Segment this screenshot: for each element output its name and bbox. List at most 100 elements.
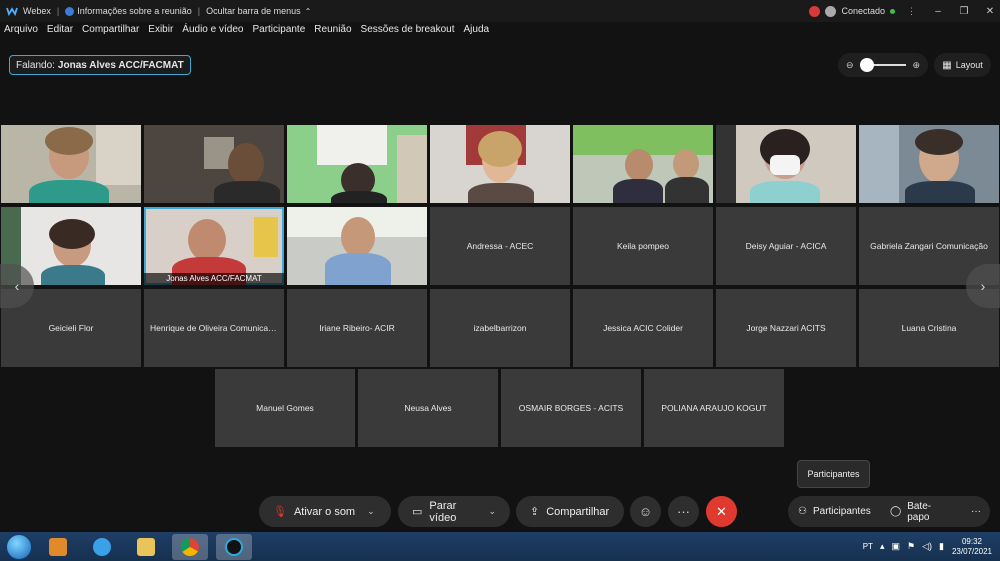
- clock[interactable]: 09:32 23/07/2021: [952, 537, 992, 557]
- zoom-out-icon[interactable]: ⊖: [846, 60, 854, 71]
- participant-tile[interactable]: Andressa - ACEC: [430, 207, 570, 285]
- zoom-in-icon[interactable]: ⊕: [912, 60, 920, 71]
- title-right: Conectado ⋮ – ❐ ✕: [809, 0, 1000, 22]
- recording-icon[interactable]: [809, 5, 821, 17]
- participant-name: Geicieli Flor: [48, 323, 94, 333]
- share-icon: ⇪: [530, 506, 540, 518]
- video-tile[interactable]: [287, 207, 427, 285]
- webex-logo-icon: [6, 7, 18, 16]
- taskbar-webex[interactable]: [216, 533, 252, 560]
- video-tile[interactable]: [573, 125, 713, 203]
- zoom-slider-knob[interactable]: [859, 58, 874, 72]
- title-separator: |: [56, 6, 60, 16]
- participant-name: Henrique de Oliveira Comunicação: [150, 323, 282, 333]
- menu-participante[interactable]: Participante: [252, 24, 305, 42]
- participant-name: Jorge Nazzari ACITS: [746, 323, 826, 333]
- zoom-control: ⊖ ⊕: [838, 53, 928, 77]
- participant-name: Manuel Gomes: [256, 403, 314, 413]
- video-tile[interactable]: [144, 125, 284, 203]
- more-icon: ···: [677, 504, 690, 519]
- panels-more-button[interactable]: ···: [962, 496, 990, 527]
- signal-icon[interactable]: ▮: [939, 541, 944, 552]
- title-bar: Webex | Informações sobre a reunião | Oc…: [0, 0, 1000, 22]
- participant-name: Keila pompeo: [617, 241, 669, 251]
- webex-window: Webex | Informações sobre a reunião | Oc…: [0, 0, 1000, 561]
- speaking-name: Jonas Alves ACC/FACMAT: [57, 59, 184, 71]
- network-icon[interactable]: ▣: [891, 541, 900, 552]
- menu-editar[interactable]: Editar: [47, 24, 73, 42]
- reactions-button[interactable]: ☺: [630, 496, 661, 527]
- more-icon: ···: [971, 506, 981, 517]
- active-speaker-tile[interactable]: Jonas Alves ACC/FACMAT: [144, 207, 284, 285]
- menu-breakout[interactable]: Sessões de breakout: [361, 24, 455, 42]
- participant-tile[interactable]: OSMAIR BORGES - ACITS: [501, 369, 641, 447]
- unmute-label: Ativar o som: [293, 505, 356, 518]
- grid-icon: ▦: [942, 59, 952, 71]
- connection-icon: [825, 5, 837, 17]
- menu-reuniao[interactable]: Reunião: [314, 24, 351, 42]
- show-hidden-icons-icon[interactable]: ▴: [880, 541, 885, 552]
- participant-tile[interactable]: izabelbarrizon: [430, 289, 570, 367]
- hide-menu-button[interactable]: Ocultar barra de menus: [206, 6, 301, 16]
- close-button[interactable]: ✕: [980, 6, 1000, 17]
- unmute-button[interactable]: 🎙 Ativar o som ⌄: [259, 496, 391, 527]
- video-tile[interactable]: [430, 125, 570, 203]
- chevron-down-icon[interactable]: ⌄: [367, 506, 375, 517]
- participants-tooltip: Participantes: [797, 460, 870, 488]
- video-tile[interactable]: [287, 125, 427, 203]
- language-indicator[interactable]: PT: [863, 542, 873, 551]
- taskbar-internet-explorer[interactable]: [84, 534, 120, 560]
- restore-button[interactable]: ❐: [954, 6, 974, 17]
- menu-ajuda[interactable]: Ajuda: [464, 24, 490, 42]
- end-meeting-button[interactable]: ✕: [706, 496, 737, 527]
- video-tile[interactable]: [716, 125, 856, 203]
- stop-video-button[interactable]: ▭ Parar vídeo ⌄: [398, 496, 510, 527]
- mic-muted-icon: 🎙: [273, 506, 287, 518]
- participant-tile[interactable]: Neusa Alves: [358, 369, 498, 447]
- participant-tile[interactable]: POLIANA ARAUJO KOGUT: [644, 369, 784, 447]
- participant-tile[interactable]: Jorge Nazzari ACITS: [716, 289, 856, 367]
- participant-name: izabelbarrizon: [473, 323, 527, 333]
- zoom-slider[interactable]: [859, 58, 907, 72]
- connected-dot-icon: [890, 8, 895, 14]
- taskbar-media-player[interactable]: [40, 534, 76, 560]
- participant-tile[interactable]: Iriane Ribeiro- ACIR: [287, 289, 427, 367]
- participant-tile[interactable]: Deisy Aguiar - ACICA: [716, 207, 856, 285]
- participant-tile[interactable]: Henrique de Oliveira Comunicação: [144, 289, 284, 367]
- action-center-icon[interactable]: ⚑: [907, 541, 915, 552]
- layout-button[interactable]: ▦ Layout: [934, 53, 991, 77]
- participant-name: Neusa Alves: [404, 403, 452, 413]
- smiley-icon: ☺: [638, 504, 653, 519]
- participant-name: POLIANA ARAUJO KOGUT: [661, 403, 767, 413]
- meeting-info-button[interactable]: Informações sobre a reunião: [77, 6, 192, 16]
- minimize-button[interactable]: –: [928, 6, 948, 17]
- title-separator: |: [197, 6, 201, 16]
- folder-icon: [137, 537, 155, 556]
- more-vertical-icon[interactable]: ⋮: [907, 6, 916, 17]
- participant-name: Andressa - ACEC: [466, 241, 534, 251]
- taskbar-chrome[interactable]: [172, 533, 208, 560]
- menu-exibir[interactable]: Exibir: [148, 24, 173, 42]
- volume-icon[interactable]: ◁): [922, 541, 932, 552]
- internet-explorer-icon: [93, 537, 111, 556]
- participant-tile[interactable]: Manuel Gomes: [215, 369, 355, 447]
- start-button[interactable]: [6, 533, 32, 560]
- chevron-down-icon[interactable]: ⌄: [488, 506, 496, 517]
- participants-label: Participantes: [812, 506, 871, 517]
- participant-tile[interactable]: Jessica ACIC Colider: [573, 289, 713, 367]
- close-icon: ✕: [716, 503, 727, 519]
- taskbar-explorer[interactable]: [128, 534, 164, 560]
- participant-tile[interactable]: Keila pompeo: [573, 207, 713, 285]
- video-tile[interactable]: [1, 125, 141, 203]
- menu-audio-video[interactable]: Áudio e vídeo: [182, 24, 243, 42]
- participant-name: OSMAIR BORGES - ACITS: [518, 403, 624, 413]
- chevron-up-icon[interactable]: ⌃: [305, 7, 312, 16]
- menu-compartilhar[interactable]: Compartilhar: [82, 24, 139, 42]
- share-button[interactable]: ⇪ Compartilhar: [516, 496, 624, 527]
- menu-arquivo[interactable]: Arquivo: [4, 24, 38, 42]
- video-tile[interactable]: [859, 125, 999, 203]
- chat-button[interactable]: ◯ Bate-papo: [880, 496, 962, 527]
- participants-button[interactable]: ⚇ Participantes: [788, 496, 880, 527]
- chat-label: Bate-papo: [907, 500, 932, 523]
- more-options-button[interactable]: ···: [668, 496, 699, 527]
